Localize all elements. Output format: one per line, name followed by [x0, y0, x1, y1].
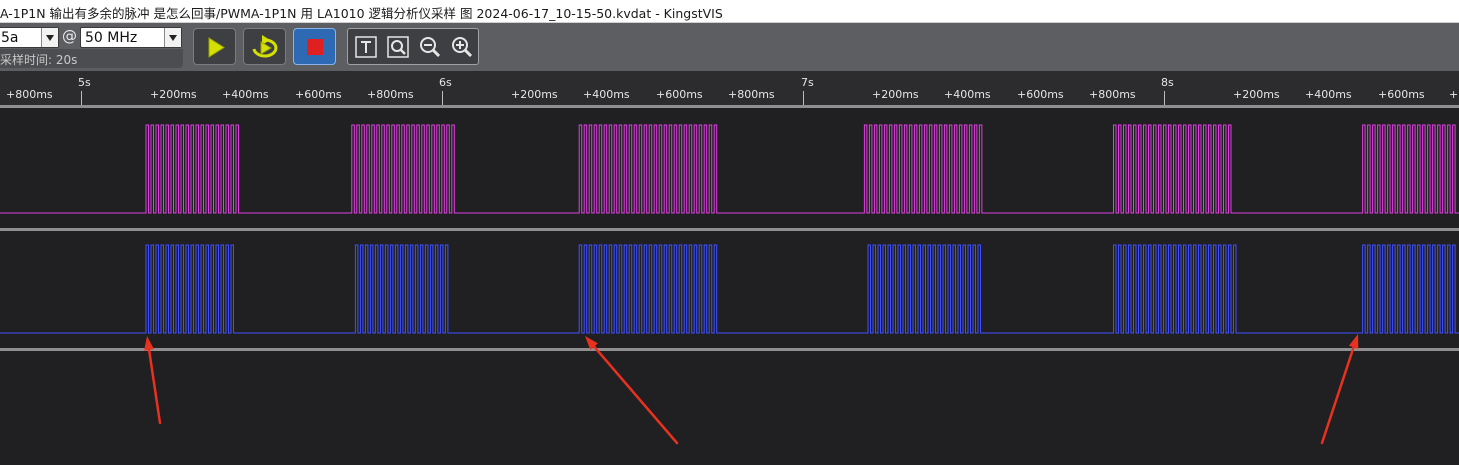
- sample-rate-value: 50 MHz: [85, 30, 138, 46]
- ruler-minor-label: +400ms: [944, 88, 991, 101]
- ruler-major-label: 8s: [1161, 76, 1174, 89]
- zoom-out-button[interactable]: [417, 33, 443, 61]
- sample-time-panel: 采样时间: 20s: [0, 49, 183, 68]
- ruler-minor-label: +200ms: [511, 88, 558, 101]
- annotation-arrow-head: [1348, 334, 1359, 349]
- ruler-major-tick: [442, 91, 443, 105]
- ruler-minor-label: +600ms: [1017, 88, 1064, 101]
- start-button[interactable]: [193, 28, 236, 65]
- ruler-minor-label: +800ms: [6, 88, 53, 101]
- repeat-run-button[interactable]: [243, 28, 286, 65]
- zoom-fit-icon: [387, 36, 409, 58]
- ruler-baseline: [0, 105, 1459, 108]
- chevron-down-icon[interactable]: [164, 28, 181, 47]
- title-bar: A-1P1N 输出有多余的脉冲 是怎么回事/PWMA-1P1N 用 LA1010…: [0, 0, 1459, 23]
- channel-waveform-trace: [0, 124, 1459, 214]
- ruler-minor-label: +800ms: [367, 88, 414, 101]
- text-cursor-button[interactable]: [353, 33, 379, 61]
- zoom-fit-button[interactable]: [385, 33, 411, 61]
- ruler-major-label: 7s: [801, 76, 814, 89]
- ruler-minor-label: +600ms: [1378, 88, 1425, 101]
- annotation-arrow-head: [144, 336, 155, 351]
- ruler-minor-label: +200ms: [150, 88, 197, 101]
- ruler-major-label: 6s: [439, 76, 452, 89]
- play-icon: [208, 37, 225, 58]
- channel-waveform-trace: [0, 244, 1459, 334]
- stop-button[interactable]: [293, 28, 336, 65]
- sample-depth-select[interactable]: 5a: [0, 27, 59, 48]
- zoom-tool-group: [347, 28, 479, 65]
- annotation-arrows: [144, 334, 1359, 445]
- annotation-arrow-shaft: [592, 345, 679, 445]
- ruler-minor-label: +400ms: [1305, 88, 1352, 101]
- at-symbol: @: [62, 27, 77, 45]
- sample-rate-select[interactable]: 50 MHz: [80, 27, 182, 48]
- stop-icon: [307, 39, 323, 55]
- ruler-minor-label: +8: [1449, 88, 1459, 101]
- ruler-minor-label: +800ms: [728, 88, 775, 101]
- ruler-minor-label: +400ms: [583, 88, 630, 101]
- channel-1-waveform: [0, 244, 1459, 334]
- chevron-down-icon[interactable]: [41, 28, 58, 47]
- ruler-minor-label: +200ms: [1233, 88, 1280, 101]
- sample-time-label: 采样时间: 20s: [0, 53, 78, 67]
- sample-depth-value: 5a: [1, 30, 19, 46]
- text-cursor-icon: [355, 36, 377, 58]
- ruler-major-label: 5s: [78, 76, 91, 89]
- repeat-run-icon: [252, 35, 278, 58]
- waveform-canvas[interactable]: [0, 108, 1459, 465]
- time-ruler[interactable]: 5s 6s 7s 8s +800ms +200ms +400ms +600ms …: [0, 71, 1459, 109]
- zoom-in-icon: [452, 37, 473, 58]
- annotation-arrow-shaft: [1320, 346, 1355, 445]
- zoom-out-icon: [420, 37, 441, 58]
- ruler-minor-label: +800ms: [1089, 88, 1136, 101]
- channel-0-waveform: [0, 124, 1459, 214]
- ruler-minor-label: +600ms: [295, 88, 342, 101]
- annotation-arrow-shaft: [147, 348, 162, 425]
- ruler-minor-label: +400ms: [222, 88, 269, 101]
- ruler-major-tick: [81, 91, 82, 105]
- waveform-area[interactable]: [0, 108, 1459, 465]
- ruler-major-tick: [1164, 91, 1165, 105]
- zoom-in-button[interactable]: [449, 33, 475, 61]
- ruler-minor-label: +200ms: [872, 88, 919, 101]
- window-title: A-1P1N 输出有多余的脉冲 是怎么回事/PWMA-1P1N 用 LA1010…: [0, 6, 723, 21]
- ruler-minor-label: +600ms: [656, 88, 703, 101]
- ruler-major-tick: [803, 91, 804, 105]
- toolbar: 5a @ 50 MHz 采样时间: 20s: [0, 23, 1459, 71]
